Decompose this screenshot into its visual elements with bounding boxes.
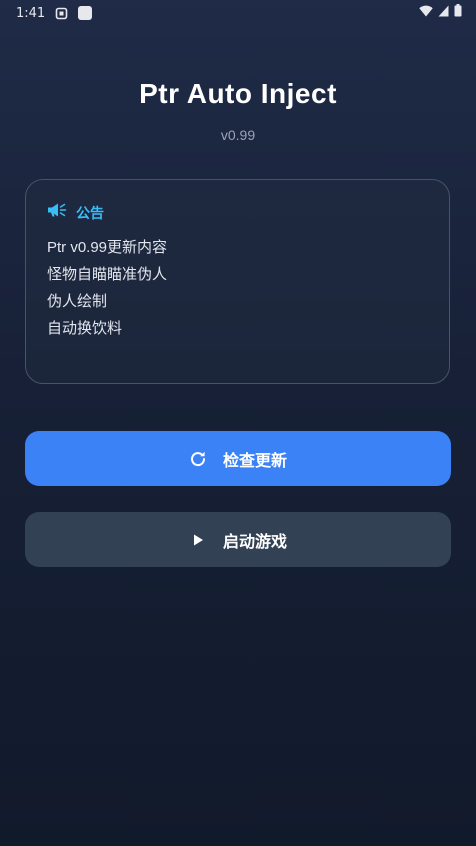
status-bar: 1:41 bbox=[0, 0, 476, 26]
announcement-body: Ptr v0.99更新内容 怪物自瞄瞄准伪人 伪人绘制 自动换饮料 bbox=[47, 234, 428, 342]
announcement-card: 公告 Ptr v0.99更新内容 怪物自瞄瞄准伪人 伪人绘制 自动换饮料 bbox=[25, 179, 450, 384]
refresh-icon bbox=[189, 450, 207, 468]
megaphone-icon bbox=[47, 202, 67, 223]
announcement-title: 公告 bbox=[76, 204, 104, 221]
announcement-line: Ptr v0.99更新内容 bbox=[47, 239, 168, 256]
announcement-line: 自动换饮料 bbox=[47, 320, 123, 337]
check-update-label: 检查更新 bbox=[222, 452, 287, 470]
launch-game-button[interactable]: 启动游戏 bbox=[25, 512, 451, 567]
check-update-button[interactable]: 检查更新 bbox=[25, 431, 451, 486]
status-bar-left: 1:41 bbox=[16, 5, 93, 21]
cell-signal-icon bbox=[438, 4, 449, 22]
notification-app-icon bbox=[55, 7, 68, 20]
app-title: Ptr Auto Inject bbox=[139, 78, 337, 109]
wifi-icon bbox=[419, 4, 433, 22]
status-time: 1:41 bbox=[16, 5, 46, 21]
status-bar-right bbox=[419, 4, 462, 22]
app-version: v0.99 bbox=[220, 127, 256, 143]
battery-icon bbox=[454, 4, 462, 22]
announcement-line: 伪人绘制 bbox=[47, 293, 108, 310]
play-icon bbox=[189, 531, 207, 549]
notification-square-icon bbox=[78, 6, 93, 20]
launch-game-label: 启动游戏 bbox=[222, 533, 287, 551]
announcement-header: 公告 bbox=[47, 202, 428, 223]
announcement-line: 怪物自瞄瞄准伪人 bbox=[47, 266, 168, 283]
